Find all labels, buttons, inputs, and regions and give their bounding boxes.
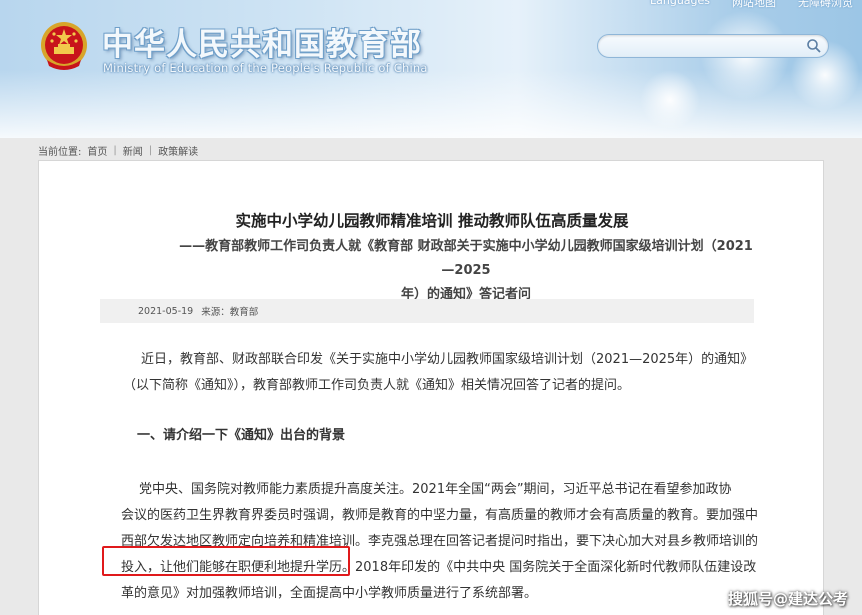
- article-container: 实施中小学幼儿园教师精准培训 推动教师队伍高质量发展 ——教育部教师工作司负责人…: [38, 160, 824, 615]
- article-meta: 2021-05-19 来源：教育部: [100, 299, 754, 323]
- breadcrumb-item-home[interactable]: 首页: [87, 143, 107, 158]
- top-link-accessibility[interactable]: 无障碍浏览: [798, 0, 853, 10]
- breadcrumb-item-policy[interactable]: 政策解读: [158, 143, 198, 158]
- dandelion-decoration: [640, 70, 700, 130]
- breadcrumb-label: 当前位置:: [38, 147, 82, 158]
- top-link-languages[interactable]: Languages: [650, 0, 710, 10]
- paragraph-line: （以下简称《通知》），教育部教师工作司负责人就《通知》相关情况回答了记者的提问。: [123, 378, 631, 393]
- paragraph-line: 革的意见》对加强教师培训，全面提高中小学教师质量进行了系统部署。: [121, 586, 538, 601]
- red-highlight-box: [102, 546, 350, 576]
- breadcrumb: 当前位置: 首页 | 新闻 | 政策解读: [38, 143, 198, 158]
- top-links: Languages 网站地图 无障碍浏览: [650, 0, 853, 10]
- search-input[interactable]: [597, 34, 829, 58]
- paragraph-line: 近日，教育部、财政部联合印发《关于实施中小学幼儿园教师国家级培训计划（2021—…: [141, 352, 754, 367]
- site-title-english: Ministry of Education of the People's Re…: [103, 61, 428, 75]
- paragraph-line: 会议的医药卫生界教育界委员时强调，教师是教育的中坚力量，有高质量的教师才会有高质…: [121, 508, 759, 523]
- breadcrumb-separator: |: [113, 145, 117, 156]
- article-subtitle: ——教育部教师工作司负责人就《教育部 财政部关于实施中小学幼儿园教师国家级培训计…: [177, 235, 755, 307]
- watermark: 搜狐号@建达公考: [727, 590, 848, 608]
- article-paragraph: 近日，教育部、财政部联合印发《关于实施中小学幼儿园教师国家级培训计划（2021—…: [123, 347, 763, 399]
- site-title-chinese: 中华人民共和国教育部: [102, 27, 422, 63]
- site-header: Languages 网站地图 无障碍浏览 中华人民共和国教育部 Ministry…: [0, 0, 862, 138]
- paragraph-line: 党中央、国务院对教师能力素质提升高度关注。2021年全国“两会”期间，习近平总书…: [139, 482, 732, 497]
- article-source: 来源：教育部: [201, 307, 259, 318]
- top-link-sitemap[interactable]: 网站地图: [732, 0, 776, 10]
- breadcrumb-item-news[interactable]: 新闻: [123, 143, 143, 158]
- article-date: 2021-05-19: [138, 305, 194, 317]
- search-icon[interactable]: [806, 38, 822, 54]
- article-subtitle-line: ——教育部教师工作司负责人就《教育部 财政部关于实施中小学幼儿园教师国家级培训计…: [179, 239, 753, 278]
- breadcrumb-separator: |: [148, 145, 153, 156]
- article-title: 实施中小学幼儿园教师精准培训 推动教师队伍高质量发展: [235, 212, 629, 230]
- article-paragraph: 党中央、国务院对教师能力素质提升高度关注。2021年全国“两会”期间，习近平总书…: [121, 477, 759, 607]
- national-emblem-icon: [39, 20, 89, 74]
- section-heading: 一、请介绍一下《通知》出台的背景: [137, 428, 346, 443]
